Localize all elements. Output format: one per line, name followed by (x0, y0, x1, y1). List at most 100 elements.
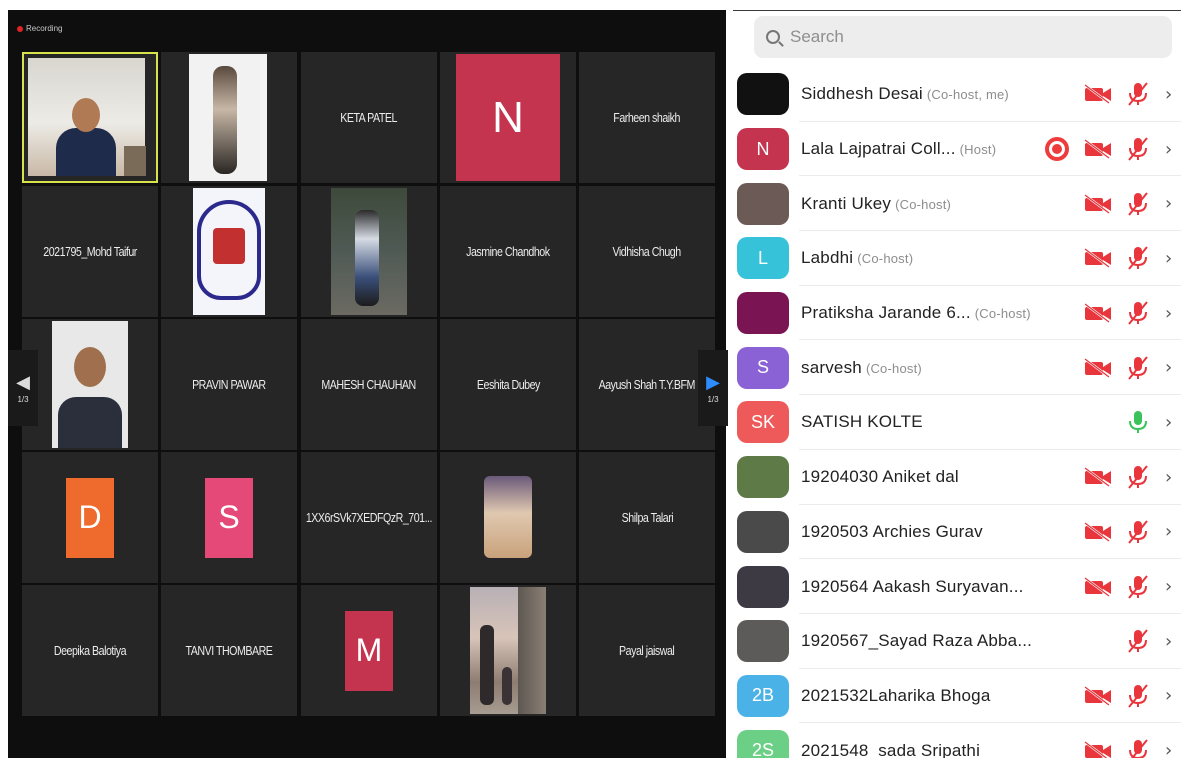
avatar (737, 73, 789, 116)
video-off-icon[interactable] (1083, 576, 1113, 597)
avatar: N (737, 128, 789, 171)
participant-row[interactable]: Ssarvesh (Co-host) › (733, 340, 1181, 395)
mic-muted-icon[interactable] (1127, 300, 1149, 326)
video-tile[interactable]: D (22, 452, 158, 583)
participant-name: 19204030 Aniket dal (801, 467, 959, 487)
mic-icon[interactable] (1127, 409, 1149, 435)
chevron-right-icon[interactable]: › (1165, 740, 1177, 758)
participant-row[interactable]: 1920567_Sayad Raza Abba... › (733, 614, 1181, 669)
video-off-icon[interactable] (1083, 303, 1113, 324)
chevron-right-icon[interactable]: › (1165, 84, 1177, 105)
participant-row[interactable]: 19204030 Aniket dal › (733, 450, 1181, 505)
participant-name-text: Siddhesh Desai (801, 84, 923, 104)
video-tile[interactable]: Vidhisha Chugh (579, 186, 715, 317)
video-feed-shape (518, 587, 546, 714)
participant-row[interactable]: 2B 2021532Laharika Bhoga › (733, 669, 1181, 724)
video-tile[interactable]: Jasmine Chandhok (440, 186, 576, 317)
participant-row[interactable]: Kranti Ukey (Co-host) › (733, 176, 1181, 231)
video-off-icon[interactable] (1083, 467, 1113, 488)
mic-muted-icon[interactable] (1127, 574, 1149, 600)
participant-role: (Co-host) (895, 196, 952, 212)
video-off-icon[interactable] (1083, 84, 1113, 105)
video-off-icon[interactable] (1083, 740, 1113, 758)
chevron-right-icon[interactable]: › (1165, 412, 1177, 433)
chevron-right-icon[interactable]: › (1165, 357, 1177, 378)
mic-muted-icon[interactable] (1127, 519, 1149, 545)
avatar (737, 292, 789, 335)
search-bar[interactable] (754, 16, 1172, 58)
next-page-button[interactable]: ▶ 1/3 (698, 350, 728, 426)
mic-muted-icon[interactable] (1127, 683, 1149, 709)
participant-tile-name: PRAVIN PAWAR (192, 377, 266, 392)
mic-muted-icon[interactable] (1127, 245, 1149, 271)
chevron-right-icon[interactable]: › (1165, 685, 1177, 706)
previous-page-button[interactable]: ◀ 1/3 (8, 350, 38, 426)
participant-tile-name: Eeshita Dubey (476, 377, 540, 392)
video-tile[interactable]: Deepika Balotiya (22, 585, 158, 716)
participant-row[interactable]: 1920564 Aakash Suryavan... › (733, 559, 1181, 614)
video-tile[interactable]: Eeshita Dubey (440, 319, 576, 450)
participant-row[interactable]: 1920503 Archies Gurav › (733, 505, 1181, 560)
participant-row[interactable]: SK SATISH KOLTE › (733, 395, 1181, 450)
video-tile[interactable]: 1XX6rSVk7XEDFQzR_701... (301, 452, 437, 583)
participant-name-text: Labdhi (801, 248, 854, 268)
video-tile[interactable]: 2021795_Mohd Taifur (22, 186, 158, 317)
participant-row[interactable]: L Labdhi (Co-host) › (733, 231, 1181, 286)
video-off-icon[interactable] (1083, 521, 1113, 542)
participant-tile-name: 1XX6rSVk7XEDFQzR_701... (305, 510, 433, 525)
video-tile[interactable] (440, 585, 576, 716)
video-tile[interactable]: S (161, 452, 297, 583)
video-tile[interactable] (161, 52, 297, 183)
video-tile[interactable]: N (440, 52, 576, 183)
participant-row[interactable]: Siddhesh Desai (Co-host, me) › (733, 67, 1181, 122)
participant-tile-name: Jasmine Chandhok (466, 244, 550, 259)
video-tile[interactable]: Payal jaiswal (579, 585, 715, 716)
chevron-right-icon[interactable]: › (1165, 193, 1177, 214)
participant-row[interactable]: 2S 2021548_sada Sripathi › (733, 723, 1181, 758)
mic-muted-icon[interactable] (1127, 738, 1149, 758)
video-off-icon[interactable] (1083, 248, 1113, 269)
video-tile[interactable]: Aayush Shah T.Y.BFM (579, 319, 715, 450)
participant-name: 1920564 Aakash Suryavan... (801, 577, 1024, 597)
mic-muted-icon[interactable] (1127, 628, 1149, 654)
chevron-right-icon[interactable]: › (1165, 248, 1177, 269)
video-tile[interactable] (161, 186, 297, 317)
mic-muted-icon[interactable] (1127, 355, 1149, 381)
participant-row[interactable]: N Lala Lajpatrai Coll... (Host) › (733, 122, 1181, 177)
video-tile[interactable] (440, 452, 576, 583)
recording-label: Recording (26, 24, 63, 33)
participant-name: 1920567_Sayad Raza Abba... (801, 631, 1032, 651)
letter-avatar: M (345, 610, 393, 691)
video-tile[interactable]: KETA PATEL (301, 52, 437, 183)
video-off-icon[interactable] (1083, 193, 1113, 214)
video-tile[interactable] (22, 52, 158, 183)
video-tile[interactable]: TANVI THOMBARE (161, 585, 297, 716)
chevron-right-icon[interactable]: › (1165, 139, 1177, 160)
search-input[interactable] (790, 27, 1130, 47)
video-tile[interactable]: PRAVIN PAWAR (161, 319, 297, 450)
video-off-icon[interactable] (1083, 685, 1113, 706)
chevron-right-icon[interactable]: › (1165, 631, 1177, 652)
chevron-right-icon[interactable]: › (1165, 576, 1177, 597)
participant-name: Labdhi (Co-host) (801, 248, 913, 268)
participant-row[interactable]: Pratiksha Jarande 6... (Co-host) › (733, 286, 1181, 341)
chevron-right-icon[interactable]: › (1165, 303, 1177, 324)
mic-muted-icon[interactable] (1127, 81, 1149, 107)
participant-tile-name: MAHESH CHAUHAN (321, 377, 417, 392)
participant-name: Pratiksha Jarande 6... (Co-host) (801, 303, 1031, 323)
mic-muted-icon[interactable] (1127, 136, 1149, 162)
avatar (737, 510, 789, 553)
video-off-icon[interactable] (1083, 357, 1113, 378)
mic-muted-icon[interactable] (1127, 191, 1149, 217)
video-tile[interactable]: MAHESH CHAUHAN (301, 319, 437, 450)
avatar (737, 456, 789, 499)
video-tile[interactable] (22, 319, 158, 450)
video-tile[interactable]: M (301, 585, 437, 716)
mic-muted-icon[interactable] (1127, 464, 1149, 490)
chevron-right-icon[interactable]: › (1165, 521, 1177, 542)
video-tile[interactable]: Farheen shaikh (579, 52, 715, 183)
video-tile[interactable]: Shilpa Talari (579, 452, 715, 583)
chevron-right-icon[interactable]: › (1165, 467, 1177, 488)
video-off-icon[interactable] (1083, 139, 1113, 160)
video-tile[interactable] (301, 186, 437, 317)
